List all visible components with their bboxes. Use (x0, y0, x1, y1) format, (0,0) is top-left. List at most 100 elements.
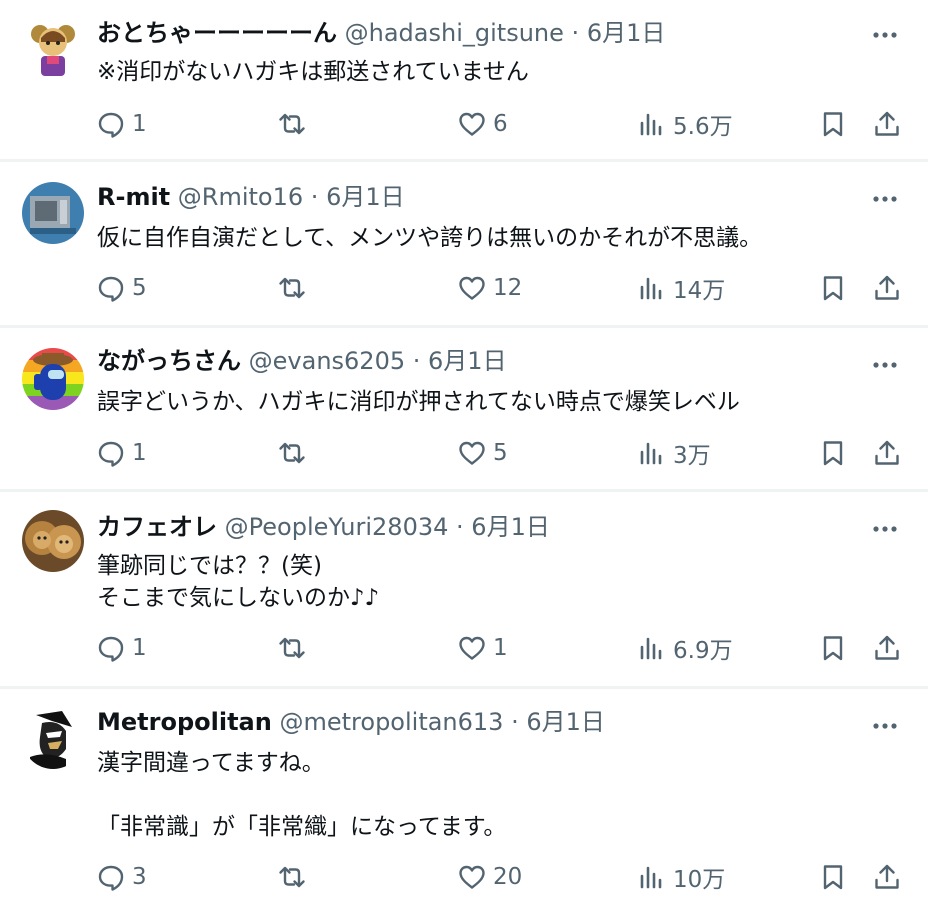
avatar[interactable] (22, 16, 84, 78)
more-icon (873, 362, 897, 368)
views-button[interactable]: 10万 (637, 857, 725, 897)
views-button[interactable]: 14万 (637, 268, 725, 308)
reply-count: 5 (132, 275, 147, 301)
tweet-header: おとちゃーーーーーん @hadashi_gitsune · 6月1日 (97, 16, 838, 50)
more-icon (873, 196, 897, 202)
user-handle[interactable]: @PeopleYuri28034 (225, 513, 449, 541)
user-handle[interactable]: @Rmito16 (178, 183, 303, 211)
display-name[interactable]: カフェオレ (97, 513, 217, 541)
avatar[interactable] (22, 510, 84, 572)
reply-count: 3 (132, 864, 147, 890)
reply-icon (98, 636, 124, 662)
samurai-avatar-icon (22, 707, 84, 769)
tweet[interactable]: Metropolitan @metropolitan613 · 6月1日 漢字間… (0, 689, 928, 912)
avatar[interactable] (22, 707, 84, 769)
like-button[interactable]: 1 (457, 628, 508, 668)
retweet-icon (279, 866, 305, 888)
reply-button[interactable]: 1 (96, 433, 147, 473)
action-bar: 1 1 6.9万 (0, 628, 928, 668)
reply-button[interactable]: 1 (96, 104, 147, 144)
reply-icon (98, 441, 124, 467)
tweet-text: 漢字間違ってますね。 「非常識」が「非常織」になってます。 (97, 747, 908, 843)
bookmark-button[interactable] (818, 857, 848, 897)
action-bar: 1 5 3万 (0, 433, 928, 473)
share-button[interactable] (872, 628, 902, 668)
post-date[interactable]: 6月1日 (587, 19, 666, 47)
views-chart-icon (640, 637, 662, 660)
more-icon (873, 723, 897, 729)
bookmark-button[interactable] (818, 433, 848, 473)
retweet-button[interactable] (277, 433, 313, 473)
views-chart-icon (640, 113, 662, 136)
like-count: 12 (493, 275, 523, 301)
share-icon (875, 440, 899, 465)
share-button[interactable] (872, 857, 902, 897)
retweet-icon (279, 113, 305, 135)
bookmark-icon (823, 636, 843, 661)
more-button[interactable] (870, 514, 900, 544)
reply-icon (98, 112, 124, 138)
more-icon (873, 32, 897, 38)
tweet-text-line: 誤字どいうか、ハガキに消印が押されてない時点で爆笑レベル (97, 389, 740, 415)
bookmark-icon (823, 441, 843, 466)
tweet[interactable]: おとちゃーーーーーん @hadashi_gitsune · 6月1日 ※消印がな… (0, 0, 928, 162)
like-count: 5 (493, 440, 508, 466)
retweet-button[interactable] (277, 268, 313, 308)
reply-count: 1 (132, 111, 147, 137)
share-button[interactable] (872, 104, 902, 144)
avatar[interactable] (22, 348, 84, 410)
display-name[interactable]: ながっちさん (97, 347, 241, 375)
like-button[interactable]: 5 (457, 433, 508, 473)
tweet-text-line: 仮に自作自演だとして、メンツや誇りは無いのかそれが不思議。 (97, 225, 763, 251)
post-date[interactable]: 6月1日 (526, 708, 605, 736)
more-button[interactable] (870, 184, 900, 214)
bookmark-icon (823, 112, 843, 137)
share-button[interactable] (872, 268, 902, 308)
like-button[interactable]: 6 (457, 104, 508, 144)
like-button[interactable]: 20 (457, 857, 522, 897)
reply-button[interactable]: 1 (96, 628, 147, 668)
share-button[interactable] (872, 433, 902, 473)
retweet-button[interactable] (277, 104, 313, 144)
tweet-header: Metropolitan @metropolitan613 · 6月1日 (97, 705, 838, 739)
retweet-button[interactable] (277, 628, 313, 668)
view-count: 5.6万 (673, 114, 733, 140)
user-handle[interactable]: @hadashi_gitsune (345, 19, 564, 47)
reply-count: 1 (132, 440, 147, 466)
bookmark-icon (823, 276, 843, 301)
reply-button[interactable]: 3 (96, 857, 147, 897)
more-icon (873, 526, 897, 532)
post-date[interactable]: 6月1日 (326, 183, 405, 211)
display-name[interactable]: R-mit (97, 183, 170, 211)
like-count: 20 (493, 864, 523, 890)
post-date[interactable]: 6月1日 (471, 513, 550, 541)
display-name[interactable]: Metropolitan (97, 708, 272, 736)
tweet-text-line (97, 779, 908, 811)
views-chart-icon (640, 442, 662, 465)
reply-button[interactable]: 5 (96, 268, 147, 308)
tweet[interactable]: カフェオレ @PeopleYuri28034 · 6月1日 筆跡同じでは？？(笑… (0, 492, 928, 689)
action-bar: 3 20 10万 (0, 857, 928, 897)
tweet[interactable]: R-mit @Rmito16 · 6月1日 仮に自作自演だとして、メンツや誇りは… (0, 162, 928, 328)
bookmark-icon (823, 865, 843, 890)
post-date[interactable]: 6月1日 (428, 347, 507, 375)
user-handle[interactable]: @metropolitan613 (279, 708, 503, 736)
bookmark-button[interactable] (818, 628, 848, 668)
avatar[interactable] (22, 182, 84, 244)
like-button[interactable]: 12 (457, 268, 522, 308)
views-button[interactable]: 3万 (637, 433, 711, 473)
more-button[interactable] (870, 20, 900, 50)
more-button[interactable] (870, 711, 900, 741)
bookmark-button[interactable] (818, 268, 848, 308)
action-bar: 1 6 5.6万 (0, 104, 928, 144)
tweet[interactable]: ながっちさん @evans6205 · 6月1日 誤字どいうか、ハガキに消印が押… (0, 328, 928, 492)
user-handle[interactable]: @evans6205 (249, 347, 405, 375)
display-name[interactable]: おとちゃーーーーーん (97, 19, 337, 47)
views-button[interactable]: 5.6万 (637, 104, 733, 144)
retweet-button[interactable] (277, 857, 313, 897)
views-button[interactable]: 6.9万 (637, 628, 733, 668)
views-chart-icon (640, 866, 662, 889)
tweet-text-line: 「非常識」が「非常織」になってます。 (97, 814, 507, 840)
more-button[interactable] (870, 350, 900, 380)
bookmark-button[interactable] (818, 104, 848, 144)
